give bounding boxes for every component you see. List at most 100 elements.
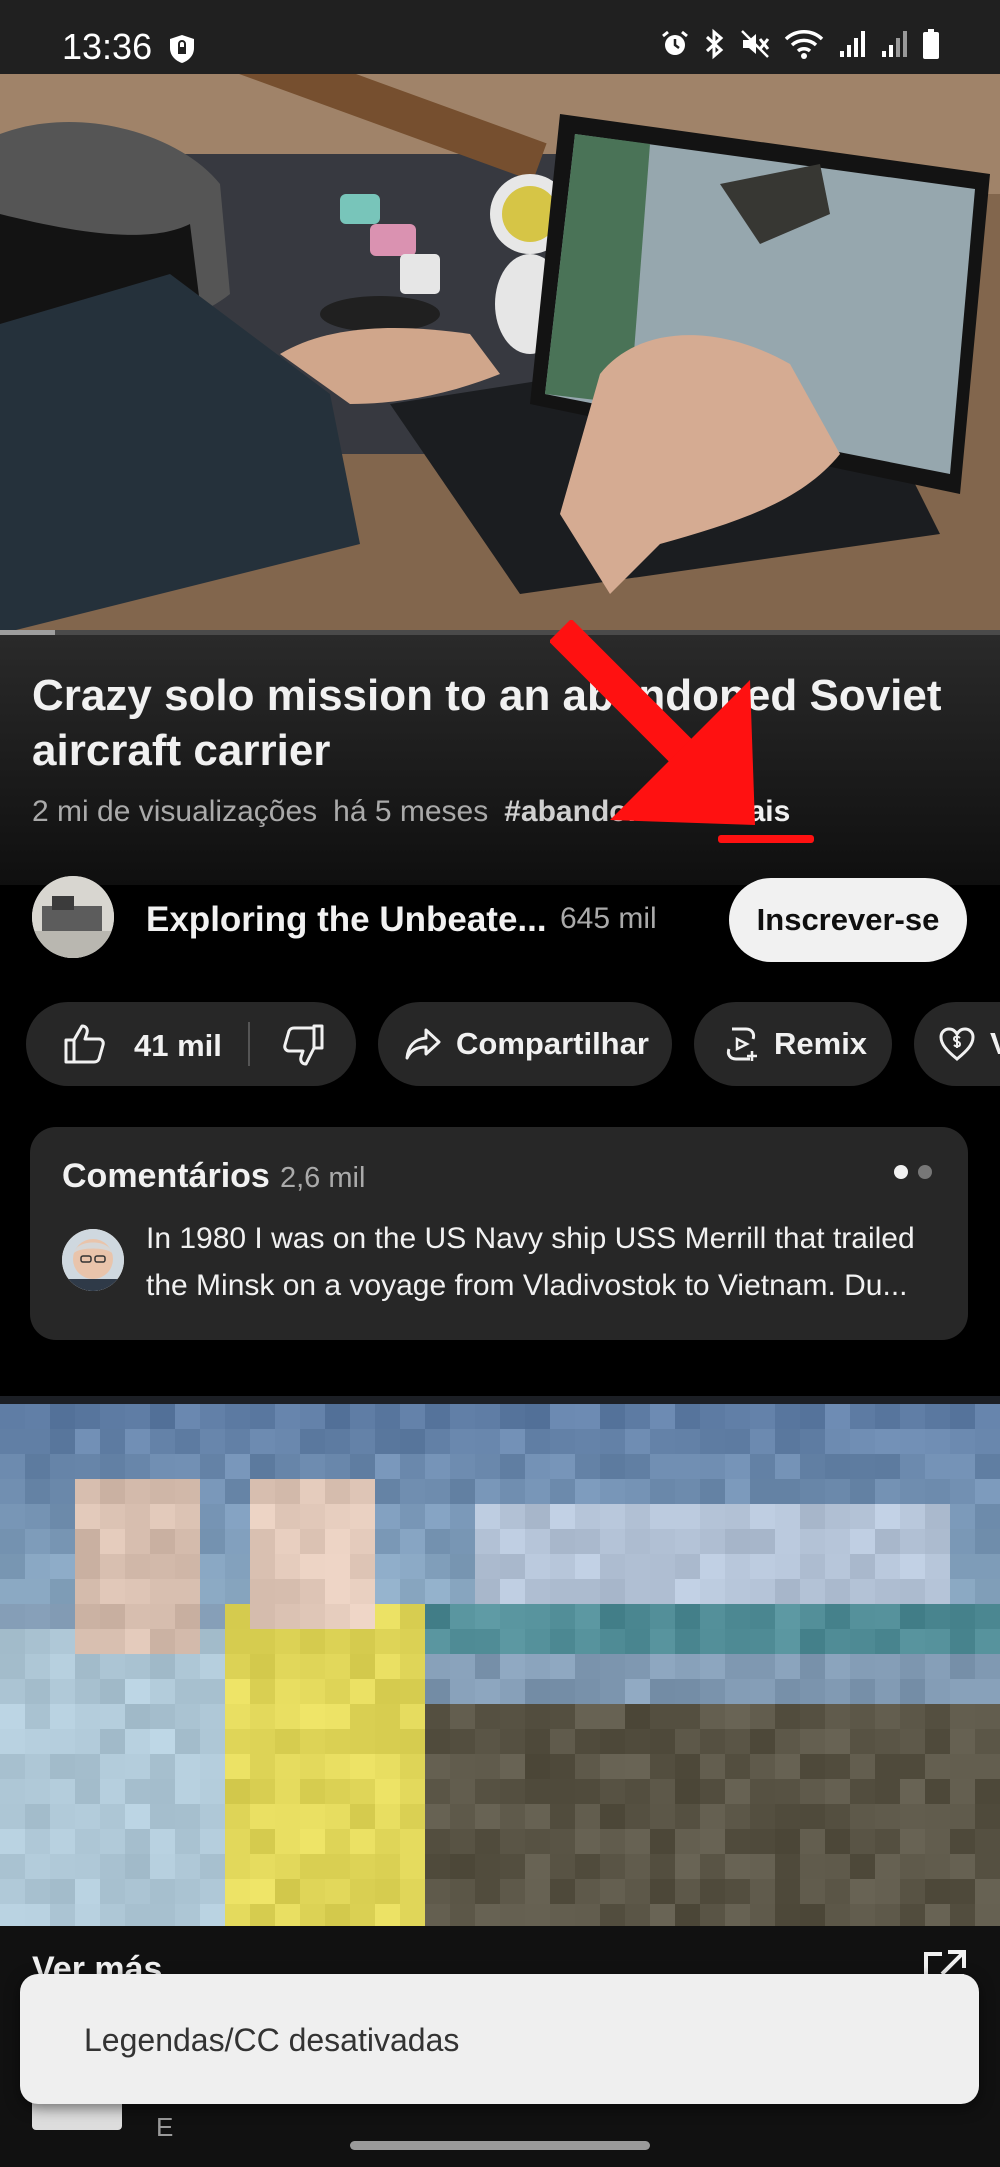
ad-pixel [700, 1829, 725, 1854]
ad-pixel [600, 1679, 625, 1704]
thumbs-up-icon[interactable] [62, 1022, 106, 1066]
ad-pixel [50, 1779, 75, 1804]
ad-pixel [25, 1804, 50, 1829]
ad-pixel [150, 1854, 175, 1879]
ad-pixel [300, 1454, 325, 1479]
ad-pixel [950, 1529, 975, 1554]
ad-pixel [100, 1579, 125, 1604]
gesture-nav-handle[interactable] [350, 2141, 650, 2150]
ad-pixel [600, 1754, 625, 1779]
video-title[interactable]: Crazy solo mission to an abandoned Sovie… [32, 668, 972, 778]
channel-name[interactable]: Exploring the Unbeate... [146, 900, 547, 940]
ad-pixel [300, 1679, 325, 1704]
ad-pixel [575, 1429, 600, 1454]
ad-pixel [875, 1454, 900, 1479]
ad-pixel [575, 1554, 600, 1579]
channel-avatar[interactable] [32, 876, 114, 958]
ad-pixel [850, 1604, 875, 1629]
ad-pixel [0, 1504, 25, 1529]
remix-button[interactable]: Remix [694, 1002, 892, 1086]
ad-pixel [50, 1529, 75, 1554]
ad-pixel [200, 1579, 225, 1604]
ad-pixel [200, 1829, 225, 1854]
ad-pixel [275, 1804, 300, 1829]
ad-pixel [975, 1454, 1000, 1479]
ad-pixel [300, 1729, 325, 1754]
ad-pixel [825, 1679, 850, 1704]
ad-pixel [175, 1804, 200, 1829]
ad-pixel [900, 1504, 925, 1529]
section-divider [0, 1396, 1000, 1404]
ad-pixel [50, 1454, 75, 1479]
ad-pixel [575, 1404, 600, 1429]
ad-pixel [825, 1779, 850, 1804]
ad-pixel [100, 1654, 125, 1679]
ad-pixel [150, 1454, 175, 1479]
ad-pixel [275, 1604, 300, 1629]
ad-pixel [300, 1554, 325, 1579]
ad-pixel [625, 1654, 650, 1679]
ad-pixel [350, 1404, 375, 1429]
ad-pixel [850, 1854, 875, 1879]
ad-pixel [850, 1879, 875, 1904]
ad-pixel [0, 1779, 25, 1804]
ad-pixel [225, 1629, 250, 1654]
ad-pixel [850, 1479, 875, 1504]
ad-pixel [725, 1479, 750, 1504]
ad-pixel [525, 1779, 550, 1804]
ad-pixel [125, 1504, 150, 1529]
ad-pixel [750, 1779, 775, 1804]
subscribe-button[interactable]: Inscrever-se [729, 878, 967, 962]
ad-pixel [725, 1854, 750, 1879]
ad-pixel [175, 1429, 200, 1454]
ad-pixel [875, 1779, 900, 1804]
ad-pixel [425, 1729, 450, 1754]
ad-pixel [175, 1654, 200, 1679]
thumbs-down-icon[interactable] [282, 1024, 326, 1068]
ad-pixel [325, 1854, 350, 1879]
ad-pixel [300, 1779, 325, 1804]
ad-pixel [550, 1679, 575, 1704]
like-count[interactable]: 41 mil [134, 1028, 222, 1064]
ad-pixel [950, 1779, 975, 1804]
ad-pixel [150, 1429, 175, 1454]
ad-pixel [625, 1629, 650, 1654]
thanks-button[interactable]: V [914, 1002, 1000, 1086]
ad-pixel [0, 1479, 25, 1504]
ad-pixel [800, 1754, 825, 1779]
top-comment-line: In 1980 I was on the US Navy ship USS Me… [146, 1222, 915, 1255]
ad-pixel [850, 1804, 875, 1829]
ad-pixel [325, 1704, 350, 1729]
ad-pixel [375, 1779, 400, 1804]
ad-video-preview[interactable] [0, 1404, 1000, 1929]
ad-pixel [425, 1529, 450, 1554]
ad-pixel [250, 1879, 275, 1904]
ad-pixel [400, 1804, 425, 1829]
comments-card[interactable]: Comentários 2,6 mil In 1980 I was on the… [30, 1127, 968, 1340]
ad-pixel [675, 1829, 700, 1854]
ad-pixel [350, 1729, 375, 1754]
ad-pixel [250, 1829, 275, 1854]
share-button[interactable]: Compartilhar [378, 1002, 672, 1086]
ad-pixel [675, 1429, 700, 1454]
video-player[interactable] [0, 74, 1000, 634]
ad-pixel [150, 1679, 175, 1704]
ad-pixel [775, 1754, 800, 1779]
ad-pixel [800, 1554, 825, 1579]
ad-pixel [925, 1729, 950, 1754]
ad-pixel [525, 1854, 550, 1879]
ad-pixel [875, 1529, 900, 1554]
ad-pixel [325, 1779, 350, 1804]
ad-pixel [750, 1629, 775, 1654]
ad-pixel [875, 1579, 900, 1604]
ad-pixel [900, 1879, 925, 1904]
ad-pixel [550, 1829, 575, 1854]
ad-pixel [450, 1854, 475, 1879]
ad-pixel [50, 1879, 75, 1904]
ad-pixel [475, 1779, 500, 1804]
ad-pixel [25, 1779, 50, 1804]
ad-pixel [400, 1504, 425, 1529]
subscriber-count: 645 mil [560, 902, 657, 935]
ad-pixel [225, 1604, 250, 1629]
ad-pixel [875, 1854, 900, 1879]
